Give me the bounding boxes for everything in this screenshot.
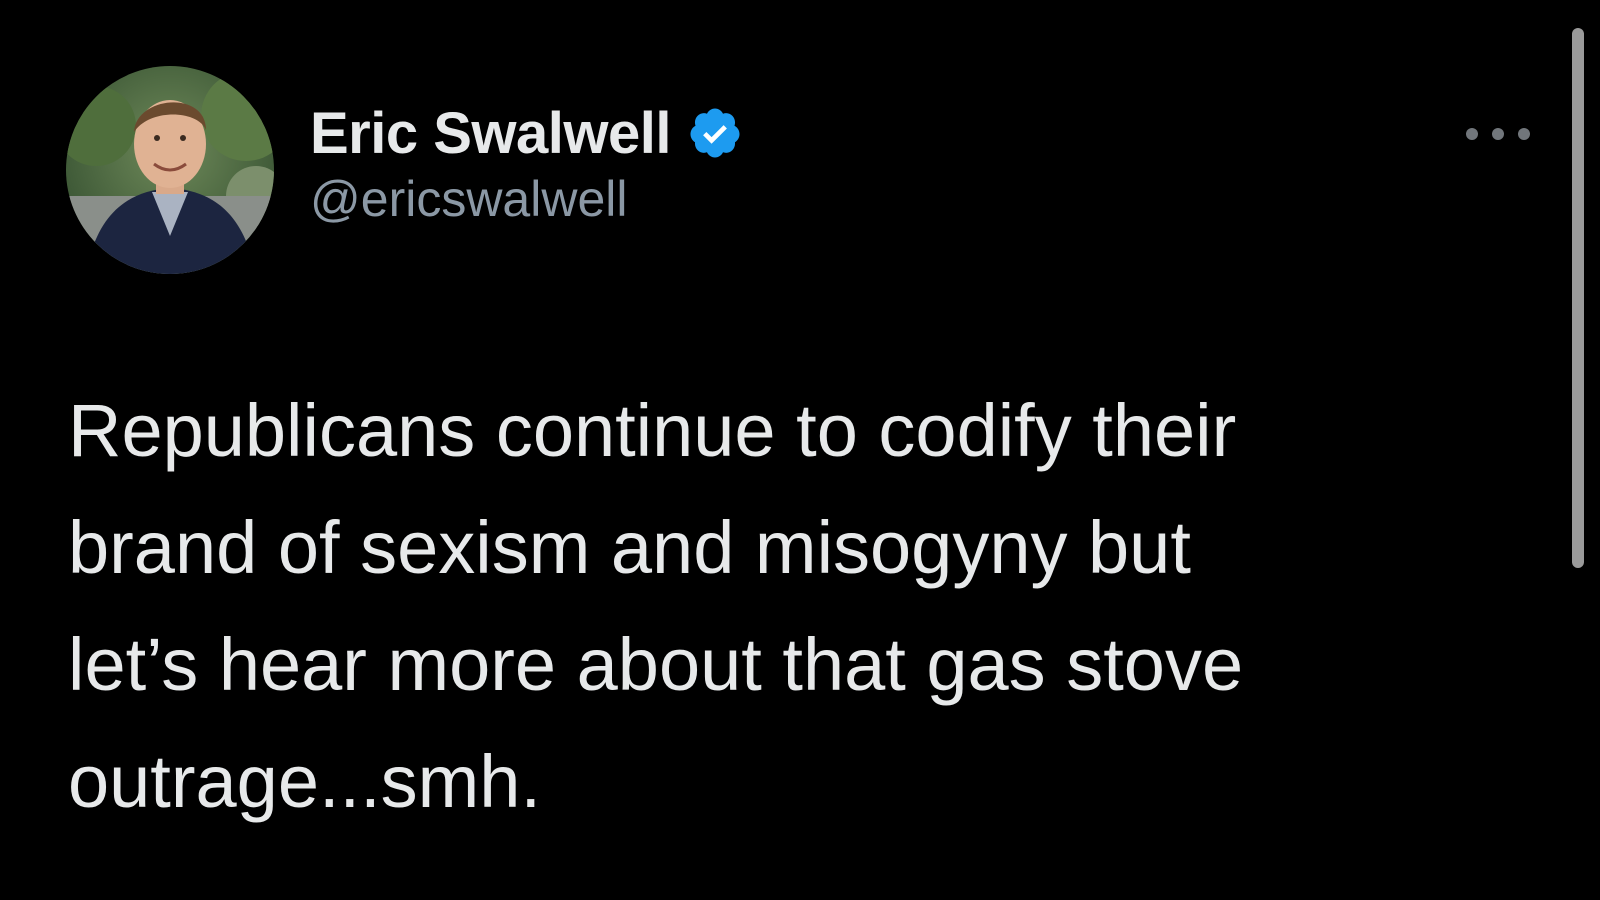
user-handle[interactable]: @ericswalwell [310, 170, 743, 228]
more-dot [1492, 128, 1504, 140]
more-dot [1466, 128, 1478, 140]
more-dot [1518, 128, 1530, 140]
profile-photo-icon [66, 66, 274, 274]
tweet-card: Eric Swalwell @ericswalwell Republicans … [0, 0, 1600, 900]
more-horizontal-icon[interactable] [1466, 120, 1530, 148]
display-name[interactable]: Eric Swalwell [310, 100, 672, 167]
name-row: Eric Swalwell [310, 100, 743, 166]
avatar[interactable] [66, 66, 274, 274]
tweet-text: Republicans continue to codify their bra… [68, 389, 1244, 823]
scrollbar[interactable] [1572, 28, 1584, 568]
user-info: Eric Swalwell @ericswalwell [310, 100, 743, 228]
verified-badge-icon [687, 105, 743, 161]
